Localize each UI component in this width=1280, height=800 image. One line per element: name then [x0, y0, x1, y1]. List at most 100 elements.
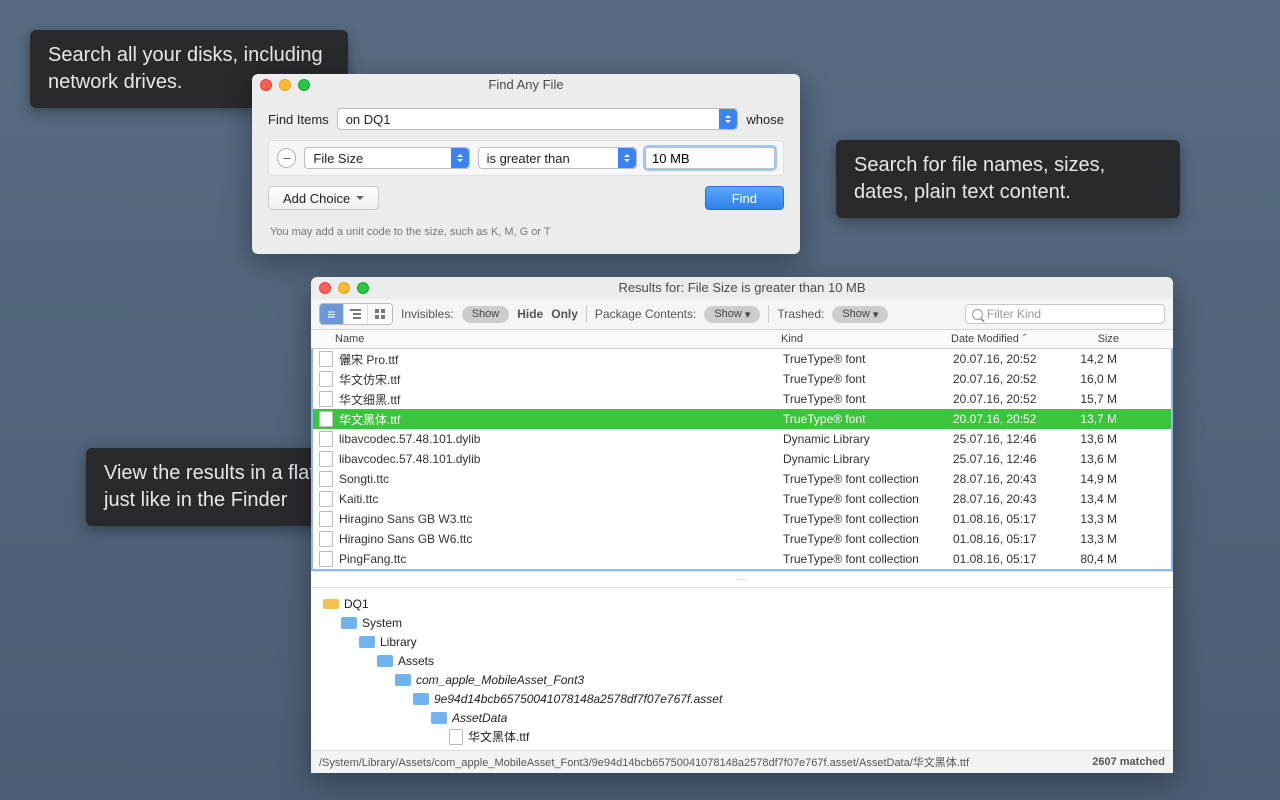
matched-count: 2607 matched	[1092, 756, 1165, 768]
file-kind: TrueType® font	[783, 392, 953, 406]
tree-item[interactable]: DQ1	[317, 594, 1167, 613]
trashed-label: Trashed:	[777, 307, 824, 321]
chevron-updown-icon	[618, 148, 636, 168]
table-row[interactable]: 华文黑体.ttfTrueType® font20.07.16, 20:5213,…	[313, 409, 1171, 429]
file-kind: TrueType® font	[783, 352, 953, 366]
zoom-icon[interactable]	[298, 79, 310, 91]
splitter[interactable]: ····	[311, 571, 1173, 587]
tree-label: Library	[380, 635, 417, 649]
table-row[interactable]: 华文仿宋.ttf TrueType® font20.07.16, 20:5216,…	[313, 369, 1171, 389]
tree-item[interactable]: Assets	[317, 651, 1167, 670]
file-size: 14,2 M	[1073, 352, 1133, 366]
find-button[interactable]: Find	[705, 186, 784, 210]
tree-item[interactable]: System	[317, 613, 1167, 632]
package-label: Package Contents:	[595, 307, 696, 321]
tree-item[interactable]: AssetData	[317, 708, 1167, 727]
file-icon	[319, 511, 333, 527]
minimize-icon[interactable]	[338, 282, 350, 294]
tree-label: System	[362, 616, 402, 630]
file-date: 20.07.16, 20:52	[953, 372, 1073, 386]
folder-icon	[359, 636, 375, 648]
table-row[interactable]: 儷宋 Pro.ttfTrueType® font20.07.16, 20:521…	[313, 349, 1171, 369]
col-date[interactable]: Date Modifiedˆ	[951, 333, 1071, 345]
remove-criterion-button[interactable]: −	[277, 148, 296, 168]
table-row[interactable]: Songti.ttcTrueType® font collection28.07…	[313, 469, 1171, 489]
file-icon	[319, 451, 333, 467]
file-size: 13,3 M	[1073, 532, 1133, 546]
list-view-icon[interactable]	[320, 304, 344, 324]
file-kind: TrueType® font	[783, 372, 953, 386]
view-mode-segment[interactable]	[319, 303, 393, 325]
file-name: Kaiti.ttc	[339, 492, 378, 506]
size-hint: You may add a unit code to the size, suc…	[268, 220, 784, 246]
file-name: PingFang.ttc	[339, 552, 406, 566]
add-choice-button[interactable]: Add Choice	[268, 186, 379, 210]
location-value: on DQ1	[346, 112, 391, 127]
tree-view-icon[interactable]	[344, 304, 368, 324]
table-row[interactable]: 华文细黑.ttfTrueType® font20.07.16, 20:5215,…	[313, 389, 1171, 409]
results-list[interactable]: 儷宋 Pro.ttfTrueType® font20.07.16, 20:521…	[311, 349, 1173, 571]
col-name[interactable]: Name	[311, 333, 781, 345]
file-size: 13,3 M	[1073, 512, 1133, 526]
location-select[interactable]: on DQ1	[337, 108, 739, 130]
file-icon	[319, 371, 333, 387]
criterion-value-input[interactable]	[645, 147, 775, 169]
invisibles-hide-button[interactable]: Hide	[517, 307, 543, 321]
find-items-label: Find Items	[268, 112, 329, 127]
close-icon[interactable]	[319, 282, 331, 294]
file-size: 15,7 M	[1073, 392, 1133, 406]
criterion-field-value: File Size	[313, 151, 363, 166]
table-row[interactable]: libavcodec.57.48.101.dylibDynamic Librar…	[313, 429, 1171, 449]
package-show-button[interactable]: Show ▾	[704, 306, 760, 323]
file-size: 16,0 M	[1073, 372, 1133, 386]
file-date: 25.07.16, 12:46	[953, 452, 1073, 466]
col-size[interactable]: Size	[1071, 333, 1131, 345]
table-row[interactable]: libavcodec.57.48.101.dylibDynamic Librar…	[313, 449, 1171, 469]
tree-label: com_apple_MobileAsset_Font3	[416, 673, 584, 687]
tree-item[interactable]: com_apple_MobileAsset_Font3	[317, 670, 1167, 689]
file-icon	[319, 351, 333, 367]
results-titlebar[interactable]: Results for: File Size is greater than 1…	[311, 277, 1173, 299]
table-row[interactable]: Hiragino Sans GB W3.ttcTrueType® font co…	[313, 509, 1171, 529]
file-date: 25.07.16, 12:46	[953, 432, 1073, 446]
folder-icon	[431, 712, 447, 724]
table-row[interactable]: PingFang.ttcTrueType® font collection01.…	[313, 549, 1171, 569]
file-icon	[319, 391, 333, 407]
minimize-icon[interactable]	[279, 79, 291, 91]
window-titlebar[interactable]: Find Any File	[252, 74, 800, 96]
column-headers[interactable]: Name Kind Date Modifiedˆ Size	[311, 330, 1173, 349]
path-tree[interactable]: DQ1 System Library Assets com_apple_MobileAs…	[311, 587, 1173, 750]
file-date: 01.08.16, 05:17	[953, 552, 1073, 566]
file-date: 28.07.16, 20:43	[953, 492, 1073, 506]
file-icon	[319, 411, 333, 427]
file-name: 儷宋 Pro.ttf	[339, 351, 398, 368]
zoom-icon[interactable]	[357, 282, 369, 294]
file-date: 20.07.16, 20:52	[953, 392, 1073, 406]
close-icon[interactable]	[260, 79, 272, 91]
file-name: Hiragino Sans GB W3.ttc	[339, 512, 472, 526]
table-row[interactable]: Hiragino Sans GB W6.ttcTrueType® font co…	[313, 529, 1171, 549]
tree-item[interactable]: 华文黑体.ttf	[317, 727, 1167, 746]
tree-label: Assets	[398, 654, 434, 668]
disk-icon	[323, 599, 339, 609]
file-kind: TrueType® font collection	[783, 492, 953, 506]
file-name: Hiragino Sans GB W6.ttc	[339, 532, 472, 546]
tree-item[interactable]: Library	[317, 632, 1167, 651]
tree-label: 华文黑体.ttf	[468, 728, 529, 745]
file-kind: Dynamic Library	[783, 452, 953, 466]
criterion-field-select[interactable]: File Size	[304, 147, 469, 169]
file-icon	[319, 531, 333, 547]
invisibles-show-button[interactable]: Show	[462, 306, 510, 323]
file-date: 01.08.16, 05:17	[953, 512, 1073, 526]
invisibles-only-button[interactable]: Only	[551, 307, 578, 321]
grid-view-icon[interactable]	[368, 304, 392, 324]
trashed-show-button[interactable]: Show ▾	[832, 306, 888, 323]
col-kind[interactable]: Kind	[781, 333, 951, 345]
filter-kind-input[interactable]: Filter Kind	[965, 304, 1165, 324]
tree-item[interactable]: 9e94d14bcb65750041078148a2578df7f07e767f…	[317, 689, 1167, 708]
table-row[interactable]: Kaiti.ttc TrueType® font collection28.07.…	[313, 489, 1171, 509]
criterion-op-select[interactable]: is greater than	[478, 147, 637, 169]
folder-icon	[413, 693, 429, 705]
results-window: Results for: File Size is greater than 1…	[311, 277, 1173, 773]
file-name: 华文仿宋.ttf	[339, 371, 400, 388]
